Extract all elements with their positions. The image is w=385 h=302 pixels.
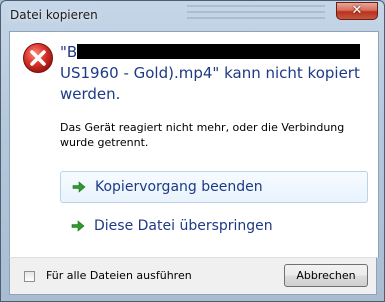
filename-line-2: US1960 - Gold).mp4" kann nicht kopiert <box>60 64 360 82</box>
filename-prefix: "B <box>60 43 78 61</box>
apply-to-all-checkbox[interactable] <box>24 271 35 282</box>
green-arrow-icon <box>72 181 86 193</box>
close-button[interactable]: ✕ <box>336 2 378 20</box>
error-icon <box>23 43 53 73</box>
green-arrow-icon <box>71 220 85 232</box>
stop-copy-label: Kopiervorgang beenden <box>95 179 263 195</box>
redacted-filename <box>77 44 361 59</box>
title-bar[interactable]: Datei kopieren ✕ <box>1 1 384 31</box>
dialog-window: Datei kopieren ✕ "B US1960 - Gold).mp4" … <box>0 0 385 302</box>
close-icon: ✕ <box>351 3 363 18</box>
window-title: Datei kopieren <box>10 8 98 22</box>
error-detail-text: Das Gerät reagiert nicht mehr, oder die … <box>60 121 345 149</box>
cancel-button[interactable]: Abbrechen <box>284 264 368 287</box>
skip-file-label: Diese Datei überspringen <box>94 218 273 234</box>
apply-to-all-label[interactable]: Für alle Dateien ausführen <box>46 269 192 282</box>
filename-line-3: werden. <box>60 85 121 103</box>
error-message: "B US1960 - Gold).mp4" kann nicht kopier… <box>60 42 370 105</box>
background-window-ghost <box>181 1 331 31</box>
dialog-footer: Für alle Dateien ausführen Abbrechen <box>9 257 377 295</box>
stop-copy-command[interactable]: Kopiervorgang beenden <box>60 171 368 203</box>
dialog-content: "B US1960 - Gold).mp4" kann nicht kopier… <box>9 31 379 258</box>
skip-file-command[interactable]: Diese Datei überspringen <box>60 211 368 243</box>
